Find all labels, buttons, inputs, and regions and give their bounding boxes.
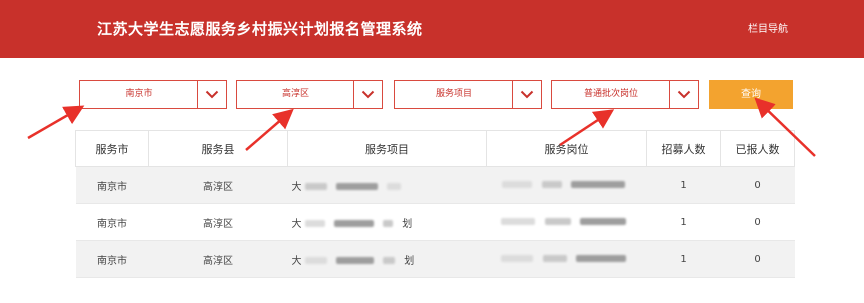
project-text-prefix: 大 [291,181,302,193]
table-row[interactable]: 南京市 高淳区 大 1 0 [75,166,795,204]
table-header-row: 服务市 服务县 服务项目 服务岗位 招募人数 已报人数 [75,130,795,167]
column-header: 服务市 [75,130,149,167]
post-select-value: 普通批次岗位 [583,89,638,99]
county-select-value: 高淳区 [281,89,309,99]
table-row[interactable]: 南京市 高淳区 大 划 1 0 [75,203,795,241]
cell-project: 大 划 [287,203,487,241]
redacted-text [501,218,536,225]
column-header: 已报人数 [720,130,795,167]
redacted-text [335,257,374,264]
chevron-down-icon[interactable] [669,81,698,108]
redacted-text [304,220,325,227]
query-button[interactable]: 查询 [709,80,793,109]
redacted-text [383,220,394,227]
project-text-prefix: 大 [291,255,302,267]
table-row[interactable]: 南京市 高淳区 大 划 1 0 [75,240,795,278]
city-select[interactable]: 南京市 [79,80,227,109]
cell-county: 高淳区 [148,240,288,278]
redacted-text [544,218,571,225]
top-header: 江苏大学生志愿服务乡村振兴计划报名管理系统 栏目导航 [0,0,864,58]
cell-project: 大 [287,166,487,204]
project-text-suffix: 划 [402,218,413,230]
project-text-suffix: 划 [404,255,415,267]
cell-county: 高淳区 [148,166,288,204]
city-select-value: 南京市 [125,89,153,99]
redacted-text [333,220,374,227]
chevron-down-icon[interactable] [512,81,541,108]
redacted-text [579,218,626,225]
cell-applied: 0 [720,240,795,278]
redacted-text [575,255,626,262]
redacted-text [387,183,402,190]
redacted-text [501,255,534,262]
cell-city: 南京市 [75,240,149,278]
cell-recruit: 1 [646,166,721,204]
redacted-text [541,181,562,188]
column-header: 招募人数 [646,130,721,167]
project-select[interactable]: 服务项目 [394,80,542,109]
column-header: 服务岗位 [486,130,647,167]
cell-city: 南京市 [75,203,149,241]
cell-project: 大 划 [287,240,487,278]
system-title: 江苏大学生志愿服务乡村振兴计划报名管理系统 [97,20,423,38]
county-select[interactable]: 高淳区 [236,80,383,109]
cell-applied: 0 [720,166,795,204]
cell-post [486,166,647,204]
cell-post [486,240,647,278]
chevron-down-icon[interactable] [197,81,226,108]
cell-recruit: 1 [646,240,721,278]
cell-recruit: 1 [646,203,721,241]
cell-post [486,203,647,241]
redacted-text [542,255,567,262]
redacted-text [304,183,327,190]
column-header: 服务项目 [287,130,487,167]
redacted-text [304,257,327,264]
column-header: 服务县 [148,130,288,167]
project-text-prefix: 大 [291,218,302,230]
cell-applied: 0 [720,203,795,241]
redacted-text [502,181,533,188]
redacted-text [383,257,396,264]
results-table: 服务市 服务县 服务项目 服务岗位 招募人数 已报人数 南京市 高淳区 大 1 … [75,130,795,278]
post-select[interactable]: 普通批次岗位 [551,80,699,109]
column-nav-link[interactable]: 栏目导航 [748,20,788,35]
chevron-down-icon[interactable] [353,81,382,108]
redacted-text [570,181,625,188]
project-select-value: 服务项目 [435,89,472,99]
cell-county: 高淳区 [148,203,288,241]
annotation-arrow-city [27,105,85,140]
cell-city: 南京市 [75,166,149,204]
redacted-text [335,183,378,190]
